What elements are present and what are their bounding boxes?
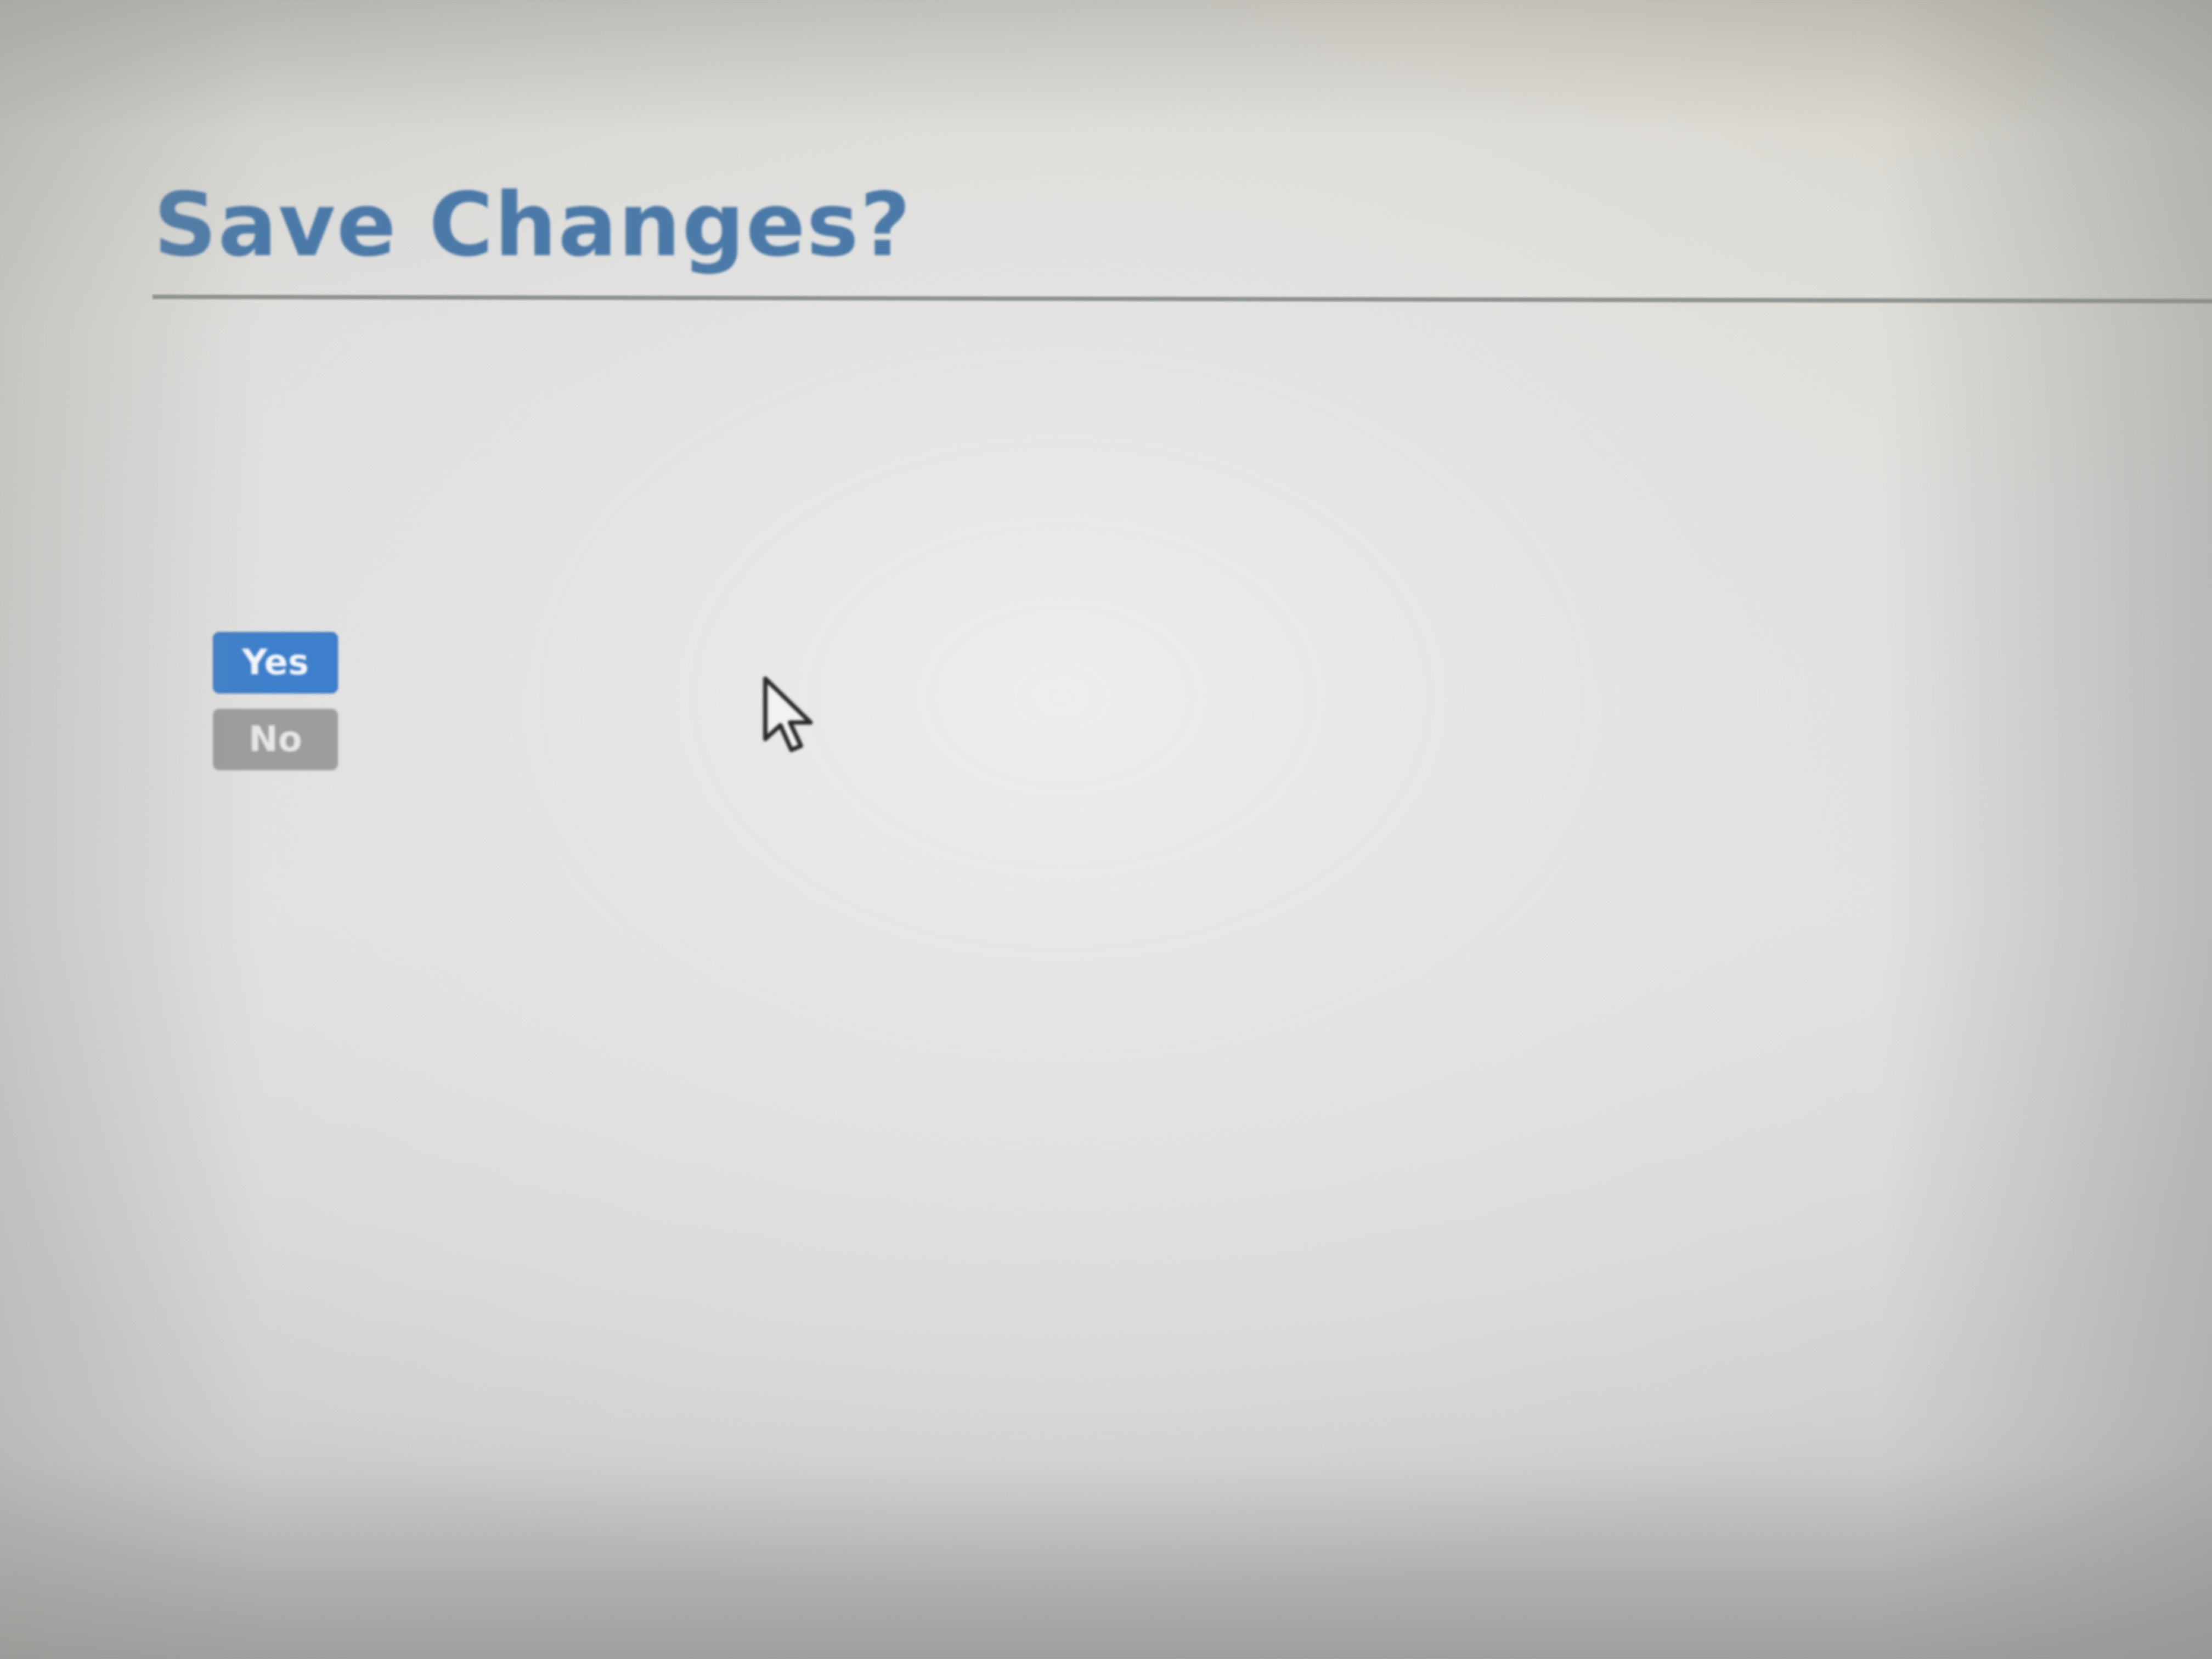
title-divider: [152, 295, 2212, 303]
no-button[interactable]: No: [213, 709, 338, 770]
yes-button[interactable]: Yes: [213, 632, 338, 693]
save-changes-dialog: Save Changes? Yes No: [0, 0, 2212, 1659]
mouse-pointer-icon: [763, 676, 813, 752]
dialog-title: Save Changes?: [154, 173, 912, 276]
